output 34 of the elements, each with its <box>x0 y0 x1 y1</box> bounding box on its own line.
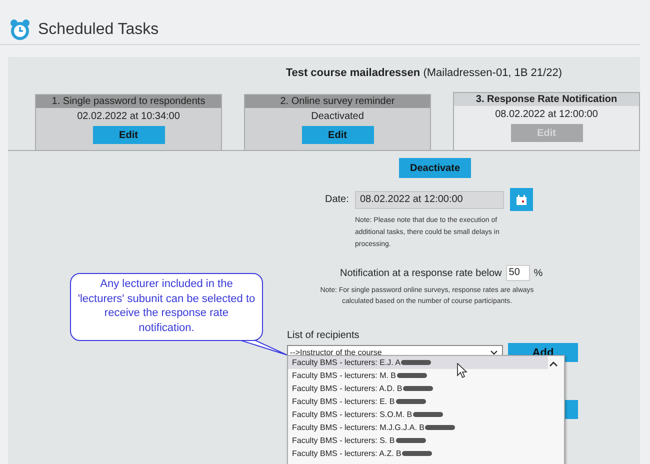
tab-title: 1. Single password to respondents <box>36 95 221 108</box>
dropdown-item[interactable]: Faculty BMS - lecturers: A.D. B <box>288 382 548 395</box>
callout-bubble: Any lecturer included in the 'lecturers' subunit can be selected to receive the response rate notification. <box>70 273 263 341</box>
chevron-down-icon <box>490 350 498 355</box>
dropdown-item[interactable]: Faculty BMS - lecturers: S. B <box>288 434 548 447</box>
percent-label: % <box>534 268 543 278</box>
calendar-icon <box>516 194 527 204</box>
rate-field[interactable]: 50 <box>506 265 530 281</box>
alarm-clock-icon <box>10 19 30 41</box>
mouse-cursor-icon <box>457 363 467 378</box>
rate-label: Notification at a response rate below <box>340 268 502 278</box>
calendar-button[interactable] <box>510 188 533 211</box>
dropdown-item[interactable]: Faculty BMS - lecturers: A.Z. B <box>288 447 548 460</box>
task-tab[interactable]: 2. Online survey reminder Deactivated Edit <box>244 94 431 150</box>
date-label: Date: <box>325 194 350 205</box>
tab-schedule: 02.02.2022 at 10:34:00 <box>77 110 180 124</box>
dropdown-item[interactable]: Faculty BMS - lecturers: M.J.G.J.A. B <box>288 421 548 434</box>
deactivate-button[interactable]: Deactivate <box>399 158 471 178</box>
tab-schedule: 08.02.2022 at 12:00:00 <box>495 108 598 122</box>
dropdown-item[interactable]: Faculty BMS - lecturers: S.O.M. B <box>288 408 548 421</box>
dropdown-item[interactable]: Faculty BMS - lecturers: E. B <box>288 395 548 408</box>
tab-title: 2. Online survey reminder <box>245 95 430 108</box>
edit-button[interactable]: Edit <box>92 126 164 144</box>
chevron-up-icon <box>549 361 558 367</box>
tab-title: 3. Response Rate Notification <box>454 93 639 106</box>
edit-button[interactable]: Edit <box>302 126 374 144</box>
date-field[interactable]: 08.02.2022 at 12:00:00 <box>355 190 504 208</box>
dropdown-item[interactable]: Faculty BMS - lecturers: M. B <box>288 369 548 382</box>
course-title: Test course mailadressen (Mailadressen-01, 1B 21/22) <box>286 67 562 79</box>
task-tab[interactable]: 1. Single password to respondents 02.02.2022 at 10:34:00 Edit <box>35 94 222 150</box>
tab-schedule: Deactivated <box>311 110 364 124</box>
recipients-label: List of recipients <box>287 330 360 341</box>
page-title: Scheduled Tasks <box>38 21 159 39</box>
dropdown-item[interactable]: Faculty BMS - lecturers: E.J. A <box>288 356 548 369</box>
